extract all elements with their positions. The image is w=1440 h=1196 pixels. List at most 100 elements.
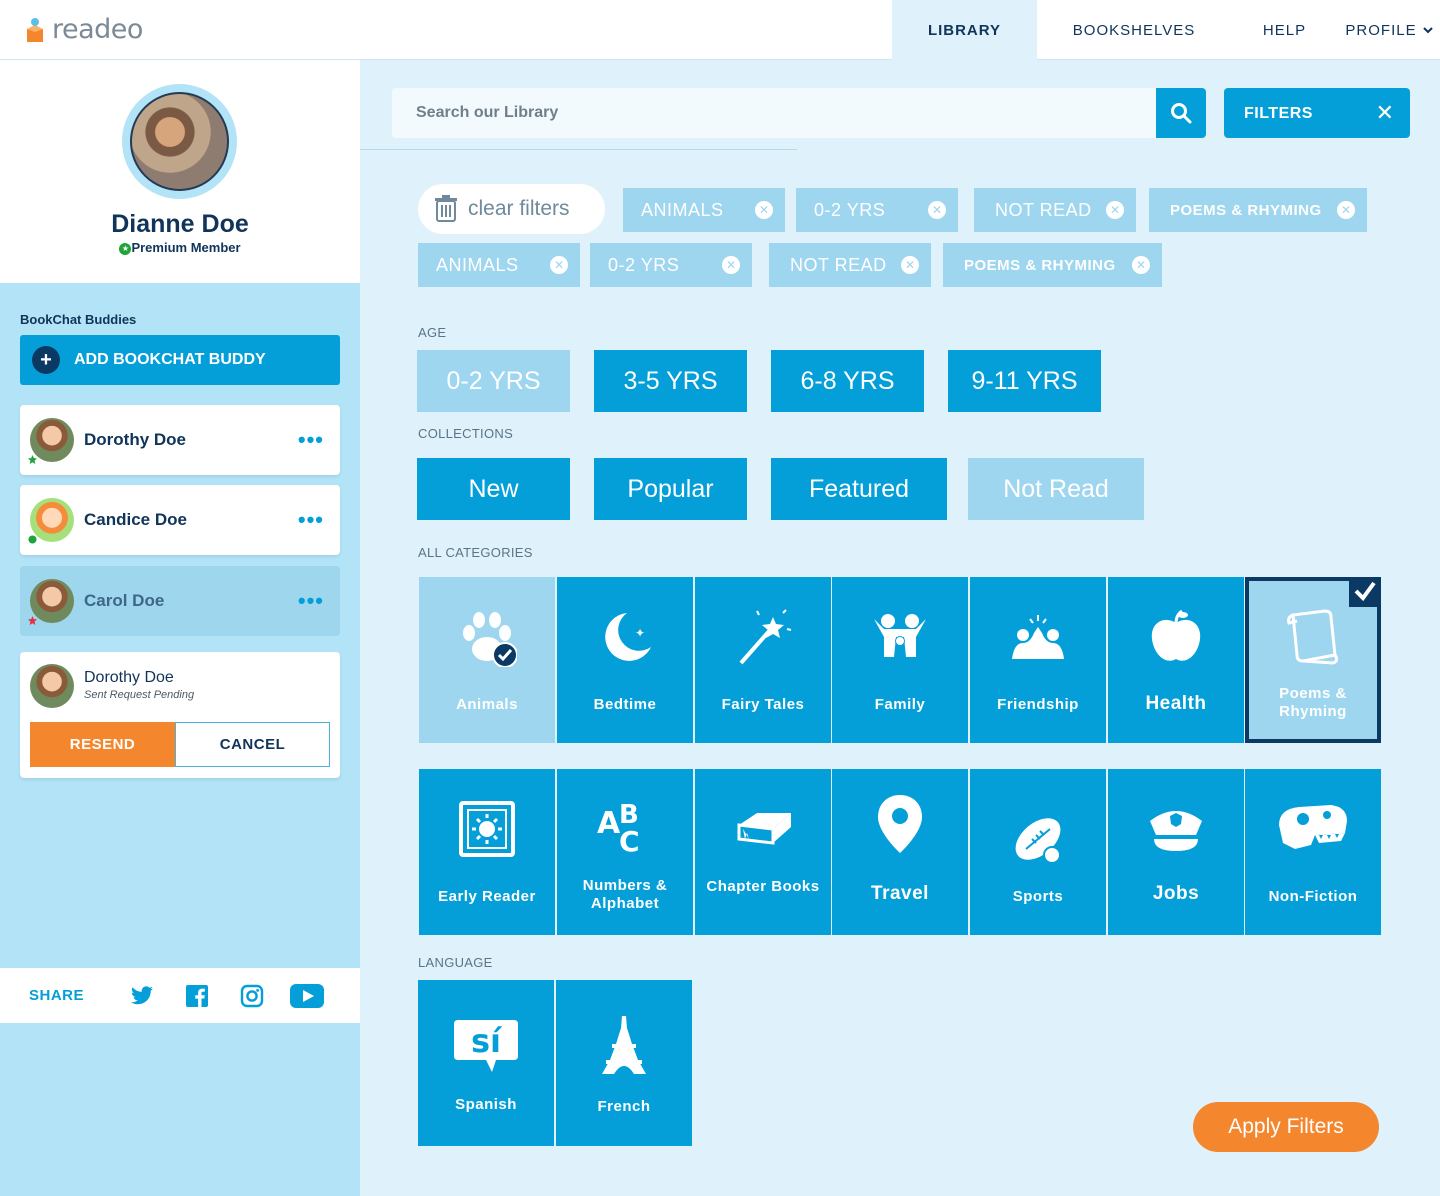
chevron-down-icon <box>1422 26 1433 33</box>
nav-help[interactable]: HELP <box>1231 0 1338 60</box>
abc-icon: ABC <box>597 800 640 855</box>
apply-filters-button[interactable]: Apply Filters <box>1193 1102 1379 1152</box>
filter-chip-label: ANIMALS <box>641 199 724 220</box>
buddy-item[interactable]: Carol Doe ••• <box>20 566 340 636</box>
pending-name: Dorothy Doe <box>84 669 174 686</box>
collection-option[interactable]: Featured <box>771 458 947 520</box>
collection-option[interactable]: Not Read <box>968 458 1144 520</box>
collection-option[interactable]: New <box>417 458 570 520</box>
category-tile-chapter-books[interactable]: Chapter Books <box>695 769 831 935</box>
language-tile-spanish[interactable]: sí Spanish <box>418 980 554 1146</box>
remove-chip-icon[interactable]: ✕ <box>1132 256 1150 274</box>
category-tile-friendship[interactable]: Friendship <box>970 577 1106 743</box>
remove-chip-icon[interactable]: ✕ <box>722 256 740 274</box>
category-tile-poems-rhyming[interactable]: Poems & Rhyming <box>1245 577 1381 743</box>
nav-profile-label: PROFILE <box>1345 21 1417 39</box>
category-tile-non-fiction[interactable]: Non-Fiction <box>1245 769 1381 935</box>
early-reader-book-icon <box>459 801 515 857</box>
age-option[interactable]: 0-2 YRS <box>417 350 570 412</box>
apple-icon <box>1151 609 1201 661</box>
search-icon <box>1171 103 1192 124</box>
category-tile-health[interactable]: Health <box>1108 577 1244 743</box>
filter-chip-label: ANIMALS <box>436 254 519 275</box>
filter-chip[interactable]: ANIMALS ✕ <box>418 243 580 287</box>
membership-badge: ★ Premium Member <box>0 240 360 255</box>
filter-chip[interactable]: NOT READ ✕ <box>769 243 931 287</box>
cancel-button[interactable]: CANCEL <box>175 722 330 767</box>
magic-wand-icon <box>739 609 792 665</box>
nav-library[interactable]: LIBRARY <box>892 0 1037 60</box>
category-tile-sports[interactable]: Sports <box>970 769 1106 935</box>
paw-icon <box>463 612 517 667</box>
filter-chip-label: 0-2 YRS <box>814 199 886 220</box>
category-label: Friendship <box>997 696 1079 713</box>
profile-card: Dianne Doe ★ Premium Member <box>0 60 360 283</box>
search-button[interactable] <box>1156 88 1206 138</box>
star-icon: ★ <box>119 242 132 255</box>
category-tile-jobs[interactable]: Jobs <box>1108 769 1244 935</box>
trash-icon <box>435 195 457 222</box>
book-icon <box>737 813 791 845</box>
age-option[interactable]: 3-5 YRS <box>594 350 747 412</box>
clear-filters-button[interactable]: clear filters <box>418 184 605 234</box>
collection-option[interactable]: Popular <box>594 458 747 520</box>
more-options-icon[interactable]: ••• <box>298 588 324 614</box>
remove-chip-icon[interactable]: ✕ <box>901 256 919 274</box>
buddy-item[interactable]: Candice Doe ••• <box>20 485 340 555</box>
category-tile-fairy-tales[interactable]: Fairy Tales <box>695 577 831 743</box>
more-options-icon[interactable]: ••• <box>298 427 324 453</box>
age-option[interactable]: 9-11 YRS <box>948 350 1101 412</box>
youtube-icon[interactable] <box>290 983 324 1009</box>
category-tile-bedtime[interactable]: ✦ Bedtime <box>557 577 693 743</box>
category-tile-numbers-alphabet[interactable]: ABC Numbers & Alphabet <box>557 769 693 935</box>
facebook-icon[interactable] <box>180 983 214 1009</box>
online-status-icon <box>28 535 37 544</box>
filter-chip[interactable]: POEMS & RHYMING ✕ <box>1149 188 1367 232</box>
top-nav-bar: readeo LIBRARY BOOKSHELVES HELP PROFILE <box>0 0 1440 60</box>
category-label: Fairy Tales <box>721 696 805 713</box>
close-icon[interactable]: ✕ <box>1376 100 1394 126</box>
plus-icon: + <box>32 346 60 374</box>
filter-chip[interactable]: 0-2 YRS ✕ <box>590 243 752 287</box>
svg-text:C: C <box>619 825 640 855</box>
filter-chip[interactable]: ANIMALS ✕ <box>623 188 785 232</box>
resend-button[interactable]: RESEND <box>30 722 175 767</box>
filters-button[interactable]: FILTERS ✕ <box>1224 88 1410 138</box>
sidebar: Dianne Doe ★ Premium Member BookChat Budd… <box>0 60 360 1196</box>
filter-chip-label: NOT READ <box>790 254 887 275</box>
search-input[interactable] <box>392 88 1156 138</box>
age-option[interactable]: 6-8 YRS <box>771 350 924 412</box>
nav-bookshelves[interactable]: BOOKSHELVES <box>1037 0 1231 60</box>
filter-chip[interactable]: NOT READ ✕ <box>974 188 1136 232</box>
more-options-icon[interactable]: ••• <box>298 507 324 533</box>
avatar[interactable] <box>122 84 237 199</box>
buddy-item[interactable]: Dorothy Doe ••• <box>20 405 340 475</box>
category-label: Poems & Rhyming <box>1279 685 1347 720</box>
remove-chip-icon[interactable]: ✕ <box>755 201 773 219</box>
clear-filters-label: clear filters <box>468 197 570 220</box>
buddy-avatar <box>30 664 74 708</box>
high-five-icon <box>1012 615 1064 659</box>
filter-chip[interactable]: POEMS & RHYMING ✕ <box>943 243 1162 287</box>
remove-chip-icon[interactable]: ✕ <box>1337 201 1355 219</box>
category-tile-travel[interactable]: Travel <box>832 769 968 935</box>
category-tile-early-reader[interactable]: Early Reader <box>419 769 555 935</box>
twitter-icon[interactable] <box>125 983 159 1009</box>
pending-status: Sent Request Pending <box>84 689 195 701</box>
map-pin-icon <box>878 795 922 853</box>
remove-chip-icon[interactable]: ✕ <box>1106 201 1124 219</box>
remove-chip-icon[interactable]: ✕ <box>928 201 946 219</box>
remove-chip-icon[interactable]: ✕ <box>550 256 568 274</box>
divider <box>360 149 797 150</box>
filter-chip[interactable]: 0-2 YRS ✕ <box>796 188 958 232</box>
add-buddy-button[interactable]: + ADD BOOKCHAT BUDDY <box>20 335 340 385</box>
speech-bubble-icon: sí <box>454 1020 518 1072</box>
eiffel-tower-icon <box>602 1016 646 1074</box>
search-field <box>392 88 1156 138</box>
language-tile-french[interactable]: French <box>556 980 692 1146</box>
nav-profile[interactable]: PROFILE <box>1338 0 1440 60</box>
category-tile-animals[interactable]: Animals <box>419 577 555 743</box>
category-tile-family[interactable]: Family <box>832 577 968 743</box>
instagram-icon[interactable] <box>235 983 269 1009</box>
logo[interactable]: readeo <box>24 14 143 45</box>
